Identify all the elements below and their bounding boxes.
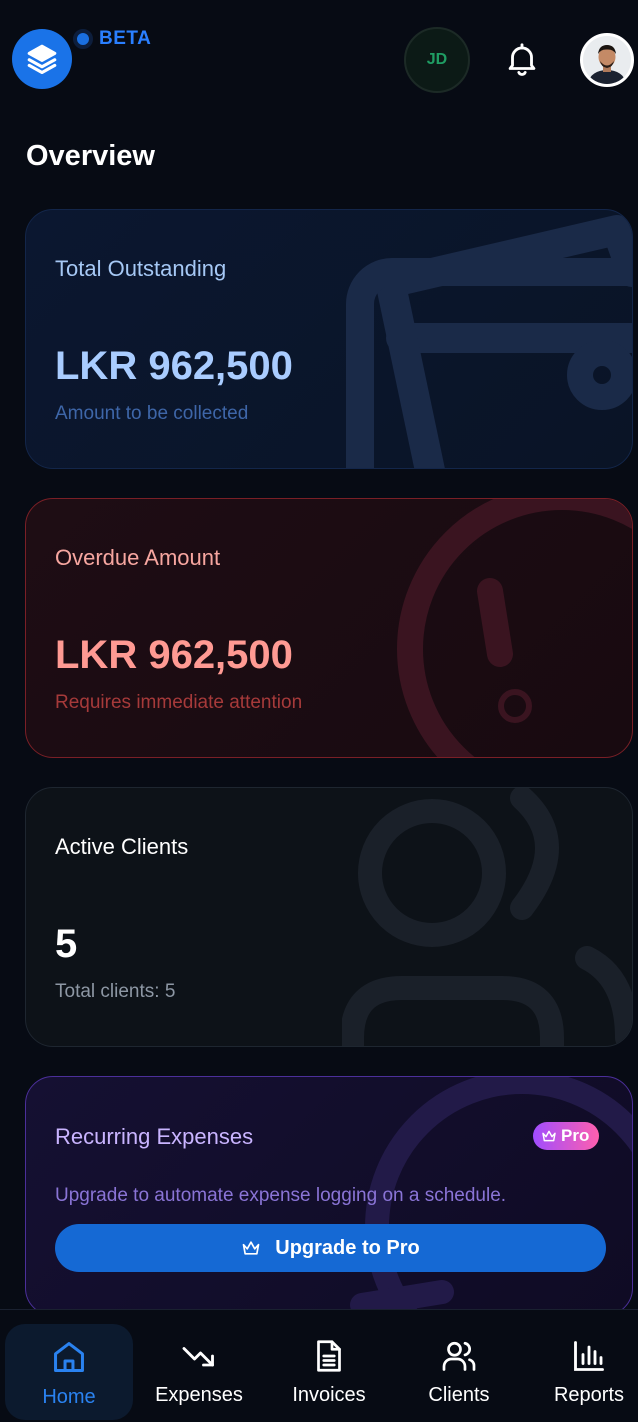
outstanding-amount: LKR 962,500 <box>55 344 293 388</box>
clients-count: 5 <box>55 922 78 966</box>
nav-label-home: Home <box>42 1386 96 1408</box>
nav-item-expenses[interactable]: Expenses <box>135 1324 263 1420</box>
crown-icon <box>242 1241 260 1255</box>
users-icon <box>442 1341 476 1371</box>
beta-dot <box>73 29 93 49</box>
layers-icon <box>27 44 57 75</box>
card-title: Overdue Amount <box>55 545 221 570</box>
nav-label-reports: Reports <box>553 1384 625 1406</box>
users-bg-icon <box>342 788 632 1046</box>
upgrade-to-pro-button[interactable]: Upgrade to Pro <box>55 1224 606 1272</box>
wallet-icon <box>346 215 632 468</box>
avatar-image <box>583 36 631 84</box>
card-subtitle: Requires immediate attention <box>55 692 303 713</box>
trending-down-icon <box>182 1347 214 1367</box>
nav-label-expenses: Expenses <box>155 1384 243 1406</box>
app-header: BETA JD <box>0 0 638 120</box>
pro-badge-label: Pro <box>561 1126 590 1145</box>
overdue-amount-card[interactable]: Overdue Amount LKR 962,500 Requires imme… <box>25 498 633 758</box>
app-logo[interactable] <box>12 29 72 89</box>
upgrade-button-label: Upgrade to Pro <box>275 1236 420 1259</box>
active-clients-card[interactable]: Active Clients 5 Total clients: 5 <box>25 787 633 1047</box>
nav-item-home[interactable]: Home <box>5 1324 133 1420</box>
alert-circle-icon <box>397 499 632 757</box>
nav-item-reports[interactable]: Reports <box>525 1324 638 1420</box>
card-title: Active Clients <box>55 834 189 859</box>
recurring-description: Upgrade to automate expense logging on a… <box>55 1185 507 1206</box>
beta-label: BETA <box>99 28 152 49</box>
nav-label-invoices: Invoices <box>292 1384 366 1406</box>
user-initials-button[interactable]: JD <box>404 27 470 93</box>
bar-chart-icon <box>574 1341 604 1371</box>
home-icon <box>54 1342 84 1372</box>
card-title: Total Outstanding <box>55 256 227 281</box>
recurring-expenses-card: Recurring Expenses Pro Upgrade to automa… <box>25 1076 633 1316</box>
pro-badge: Pro <box>533 1122 600 1150</box>
overdue-amount: LKR 962,500 <box>55 633 293 677</box>
total-outstanding-card[interactable]: Total Outstanding LKR 962,500 Amount to … <box>25 209 633 469</box>
card-title: Recurring Expenses <box>55 1124 254 1149</box>
crown-icon <box>542 1130 556 1142</box>
beta-badge: BETA <box>73 28 151 50</box>
card-subtitle: Total clients: 5 <box>55 981 176 1002</box>
avatar[interactable] <box>580 33 634 87</box>
document-icon <box>317 1340 341 1372</box>
card-subtitle: Amount to be collected <box>55 403 249 424</box>
nav-label-clients: Clients <box>428 1384 490 1406</box>
bell-icon[interactable] <box>503 40 541 78</box>
nav-item-invoices[interactable]: Invoices <box>265 1324 393 1420</box>
bottom-nav: Home Expenses Invoices Clients Reports <box>0 1309 638 1422</box>
page-title: Overview <box>26 140 155 172</box>
nav-item-clients[interactable]: Clients <box>395 1324 523 1420</box>
